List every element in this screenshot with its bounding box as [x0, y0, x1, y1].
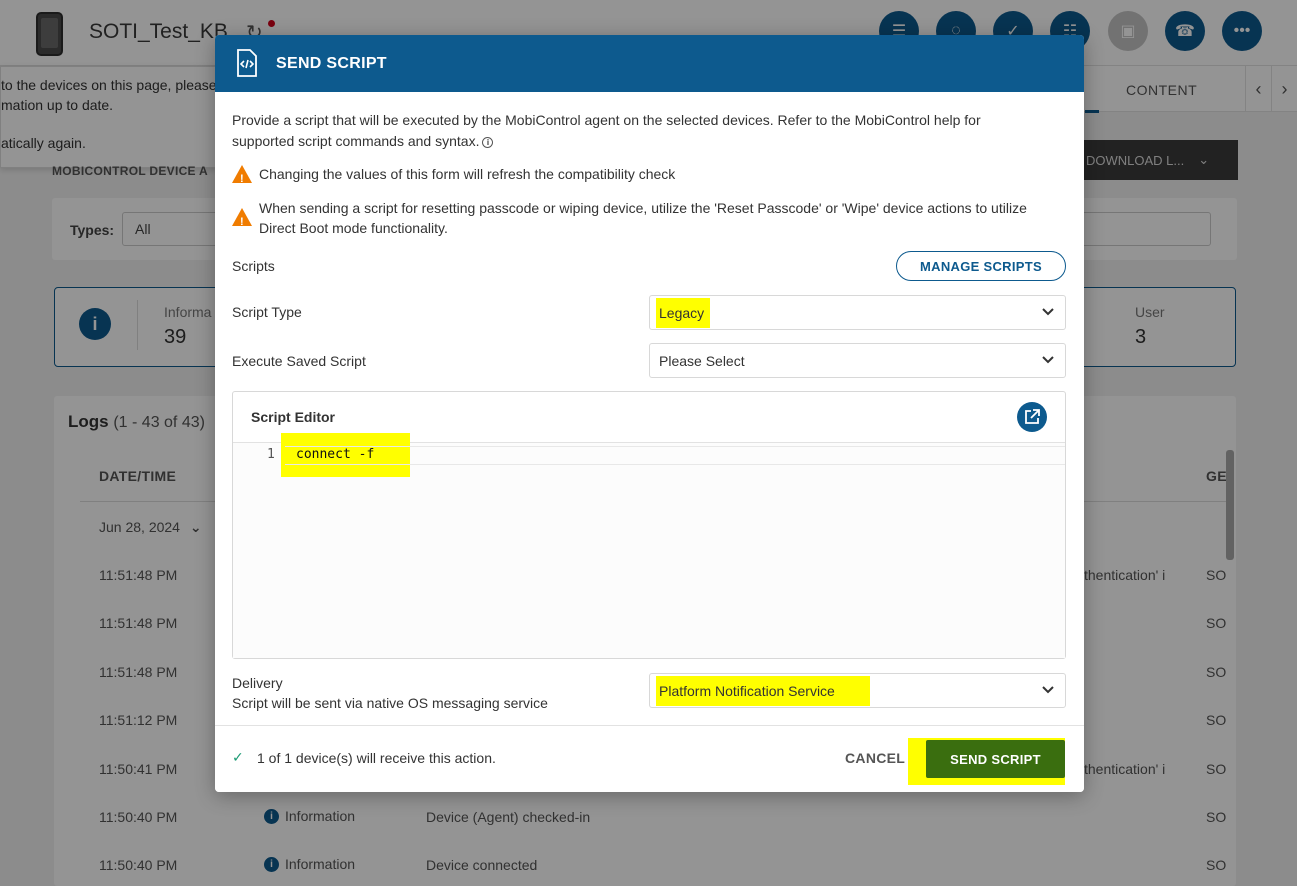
warning-text: Changing the values of this form will re… — [259, 166, 676, 182]
script-type-value: Legacy — [656, 297, 711, 328]
delivery-select[interactable]: Platform Notification Service — [649, 673, 1066, 708]
saved-script-select[interactable]: Please Select — [649, 343, 1066, 378]
script-file-icon — [237, 49, 257, 77]
send-script-button[interactable]: SEND SCRIPT — [926, 740, 1065, 778]
warning-message: ! Changing the values of this form will … — [232, 164, 1062, 185]
dialog-footer: ✓ 1 of 1 device(s) will receive this act… — [215, 725, 1084, 792]
warning-text: When sending a script for resetting pass… — [259, 200, 1027, 236]
description-text: Provide a script that will be executed b… — [232, 112, 981, 149]
execute-saved-script-label: Execute Saved Script — [232, 353, 366, 369]
script-type-label: Script Type — [232, 304, 302, 320]
check-icon: ✓ — [232, 749, 244, 765]
active-line — [285, 446, 1065, 465]
script-editor: Script Editor 1 connect -f — [232, 391, 1066, 659]
warning-icon: ! — [232, 165, 252, 185]
info-icon[interactable]: i — [482, 136, 494, 148]
delivery-value: Platform Notification Service — [656, 675, 870, 706]
warning-message: ! When sending a script for resetting pa… — [232, 198, 1062, 238]
warning-icon: ! — [232, 208, 252, 228]
delivery-label: Delivery — [232, 675, 283, 691]
script-type-select[interactable]: Legacy — [649, 295, 1066, 330]
chevron-down-icon — [1042, 686, 1054, 694]
send-script-dialog: SEND SCRIPT Provide a script that will b… — [215, 35, 1084, 792]
cancel-button[interactable]: CANCEL — [845, 750, 905, 766]
dialog-title: SEND SCRIPT — [276, 55, 387, 72]
line-number: 1 — [267, 447, 275, 462]
scripts-label: Scripts — [232, 258, 275, 274]
code-editor-area[interactable]: 1 connect -f — [233, 433, 1065, 658]
open-external-icon[interactable] — [1017, 402, 1047, 432]
code-line[interactable]: connect -f — [296, 447, 374, 462]
manage-scripts-button[interactable]: MANAGE SCRIPTS — [896, 251, 1066, 281]
saved-script-value: Please Select — [659, 352, 745, 369]
delivery-sublabel: Script will be sent via native OS messag… — [232, 695, 548, 711]
script-editor-title: Script Editor — [251, 409, 336, 425]
external-link-icon — [1025, 409, 1040, 424]
device-count-status: 1 of 1 device(s) will receive this actio… — [257, 750, 496, 766]
chevron-down-icon — [1042, 356, 1054, 364]
dialog-header: SEND SCRIPT — [215, 35, 1084, 92]
chevron-down-icon — [1042, 308, 1054, 316]
dialog-description: Provide a script that will be executed b… — [232, 110, 1032, 152]
